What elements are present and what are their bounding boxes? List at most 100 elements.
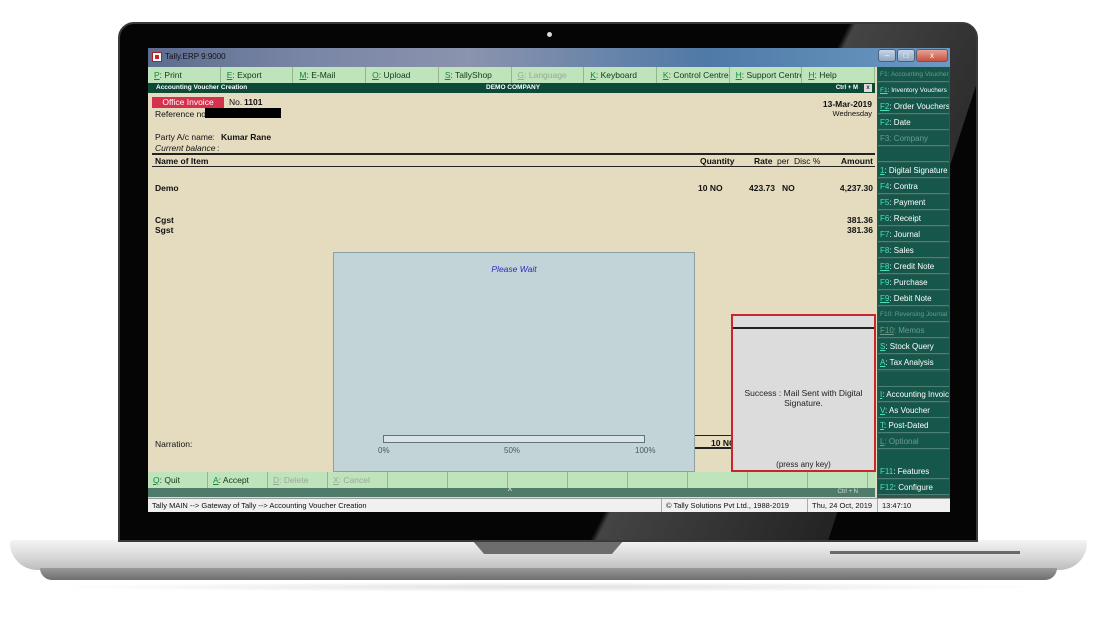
bottom-button-empty [448, 472, 508, 488]
menu-label: : E-Mail [306, 70, 336, 80]
please-wait-message: Please Wait [491, 264, 537, 274]
side-button-receipt[interactable]: F6: Receipt [878, 211, 949, 226]
button-hotkey: F9 [880, 278, 890, 287]
side-button-contra[interactable]: F4: Contra [878, 179, 949, 194]
laptop-mockup: Tally.ERP 9:9000 – □ x P: Print E: Export… [0, 0, 1097, 618]
side-button-journal[interactable]: F7: Journal [878, 227, 949, 242]
menu-item-language[interactable]: G: Language [512, 67, 585, 83]
laptop-hinge-notch [472, 540, 624, 554]
side-button-credit-note[interactable]: F8: Credit Note [878, 259, 949, 274]
narration-label: Narration: [155, 439, 193, 449]
col-amount: Amount [840, 156, 873, 166]
menu-item-support-centre[interactable]: H: Support Centre [730, 67, 803, 83]
status-time: 13:47:10 [877, 499, 950, 512]
breadcrumb: Tally MAIN --> Gateway of Tally --> Acco… [152, 501, 367, 510]
window-controls: – □ x [878, 49, 948, 62]
button-label: : Digital Signature [884, 166, 948, 175]
table-row[interactable]: Demo 10 NO 423.73 NO 4,237.30 [155, 183, 875, 193]
menu-item-tallyshop[interactable]: S: TallyShop [439, 67, 512, 83]
button-label: : Quit [159, 475, 180, 485]
side-button-digital-signature[interactable]: 1: Digital Signature [878, 163, 949, 178]
right-button-panel: F1: Accounting Vouchers F1: Inventory Vou… [877, 67, 950, 498]
maximize-button[interactable]: □ [897, 49, 915, 62]
menu-item-print[interactable]: P: Print [148, 67, 221, 83]
side-button-as-voucher[interactable]: V: As Voucher [878, 403, 949, 418]
title-bar: Tally.ERP 9:9000 – □ x [148, 48, 950, 67]
dialog-divider [733, 327, 874, 329]
menu-item-export[interactable]: E: Export [221, 67, 294, 83]
party-name-field[interactable]: Kumar Rane [221, 132, 271, 142]
laptop-slot [830, 551, 1020, 554]
button-hotkey: F4 [880, 182, 890, 191]
table-row[interactable]: Sgst 381.36 [155, 225, 875, 235]
menu-hotkey: O [372, 70, 379, 80]
close-screen-button[interactable]: x [864, 84, 872, 92]
button-hotkey: F2 [880, 118, 890, 127]
side-button-stock-query[interactable]: S: Stock Query [878, 339, 949, 354]
success-dialog[interactable]: Success : Mail Sent with Digital Signatu… [731, 314, 876, 472]
button-hotkey: F1 [880, 71, 888, 78]
button-label: : Memos [893, 326, 925, 335]
side-button-payment[interactable]: F5: Payment [878, 195, 949, 210]
laptop-base-edge [40, 568, 1057, 580]
bottom-menu-bar: Q: Quit A: Accept D: Delete X: Cancel [148, 472, 875, 488]
button-label: : Accounting Vouchers [887, 71, 949, 78]
bottom-button-cancel[interactable]: X: Cancel [328, 472, 388, 488]
side-button-features[interactable]: F11: Features [878, 464, 949, 479]
item-per: NO [782, 183, 795, 193]
button-label: : Tax Analysis [885, 358, 934, 367]
col-rate: Rate [754, 156, 773, 166]
col-quantity: Quantity [700, 156, 735, 166]
expand-caret-icon[interactable]: ^ [508, 487, 512, 496]
side-button-accounting-invoice[interactable]: I: Accounting Invoice [878, 387, 949, 402]
side-button-company: F3: Company [878, 131, 949, 146]
laptop-shadow [40, 582, 1057, 592]
voucher-type-badge[interactable]: Office Invoice [152, 97, 224, 108]
side-button-tax-analysis[interactable]: A: Tax Analysis [878, 355, 949, 370]
side-button-debit-note[interactable]: F9: Debit Note [878, 291, 949, 306]
button-label: : Stock Query [885, 342, 934, 351]
button-hotkey: F8 [880, 262, 890, 271]
bottom-button-delete[interactable]: D: Delete [268, 472, 328, 488]
success-message: Success : Mail Sent with Digital Signatu… [744, 388, 863, 408]
button-hotkey: F11 [880, 467, 894, 476]
menu-hotkey: M [299, 70, 307, 80]
table-row[interactable]: Cgst 381.36 [155, 215, 875, 225]
side-button-order-vouchers[interactable]: F2: Order Vouchers [878, 99, 949, 114]
menu-item-upload[interactable]: O: Upload [366, 67, 439, 83]
item-table-header: Name of Item Quantity Rate per Disc % Am… [152, 153, 875, 167]
side-button-sales[interactable]: F8: Sales [878, 243, 949, 258]
side-button-memos: F10: Memos [878, 323, 949, 338]
button-hotkey: F8 [880, 246, 890, 255]
side-button-configure[interactable]: F12: Configure [878, 480, 949, 495]
menu-item-help[interactable]: H: Help [802, 67, 876, 83]
menu-item-keyboard[interactable]: K: Keyboard [584, 67, 657, 83]
col-name-of-item: Name of Item [155, 156, 209, 166]
side-button-purchase[interactable]: F9: Purchase [878, 275, 949, 290]
bottom-button-accept[interactable]: A: Accept [208, 472, 268, 488]
button-hotkey: F10 [880, 311, 892, 318]
menu-label: : Language [524, 70, 567, 80]
voucher-number[interactable]: 1101 [244, 97, 262, 107]
side-button-inventory-vouchers[interactable]: F1: Inventory Vouchers [878, 83, 949, 98]
minimize-button[interactable]: – [878, 49, 896, 62]
party-label: Party A/c name [155, 132, 213, 142]
menu-item-control-centre[interactable]: K: Control Centre [657, 67, 730, 83]
camera-icon [547, 32, 552, 37]
close-button[interactable]: x [916, 49, 948, 62]
voucher-date[interactable]: 13-Mar-2019 [823, 99, 872, 109]
item-name: Demo [155, 183, 179, 193]
balance-separator: : [217, 143, 220, 153]
menu-item-e-mail[interactable]: M: E-Mail [293, 67, 367, 83]
button-hotkey: F2 [880, 102, 890, 111]
window-title: Tally.ERP 9:9000 [165, 52, 226, 61]
tally-app-icon [152, 52, 162, 62]
reference-label: Reference no.: [155, 109, 211, 119]
side-button-post-dated[interactable]: T: Post-Dated [878, 418, 949, 433]
reference-input[interactable] [205, 108, 281, 118]
button-label: : Inventory Vouchers [887, 87, 947, 94]
bottom-button-quit[interactable]: Q: Quit [148, 472, 208, 488]
menu-label: : Upload [378, 70, 411, 80]
menu-label: : Export [232, 70, 262, 80]
side-button-date[interactable]: F2: Date [878, 115, 949, 130]
